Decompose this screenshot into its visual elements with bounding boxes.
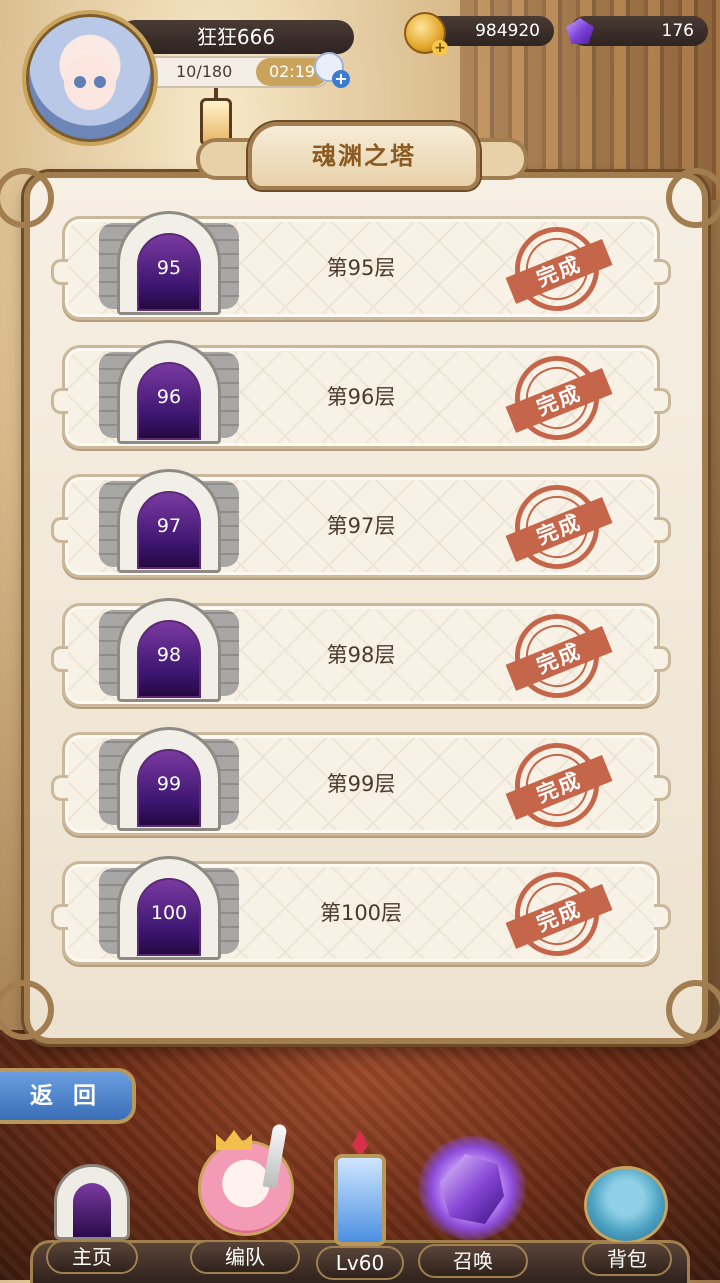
nav-team-label: 编队 (190, 1240, 300, 1274)
plus-icon: + (432, 40, 448, 56)
portal-gate-icon (54, 1164, 130, 1240)
nav-home-label: 主页 (46, 1240, 138, 1274)
panel-title: 魂渊之塔 (248, 122, 480, 190)
avatar-face (64, 54, 116, 110)
add-energy-button[interactable]: + (314, 52, 350, 88)
floor-row[interactable]: 97 第97层 完成 (51, 469, 671, 582)
floor-row[interactable]: 100 第100层 完成 (51, 856, 671, 969)
nav-level[interactable]: Lv60 (310, 1130, 410, 1280)
player-avatar[interactable] (22, 10, 158, 146)
corner-ornament-bottom-right (666, 980, 720, 1040)
floor-row[interactable]: 99 第99层 完成 (51, 727, 671, 840)
energy-count: 10/180 (176, 62, 233, 81)
nav-bag[interactable]: 背包 (572, 1150, 682, 1280)
floor-row[interactable]: 98 第98层 完成 (51, 598, 671, 711)
floor-list: 95 第95层 完成 96 第96层 完成 97 第97层 完成 98 第98层… (51, 211, 671, 990)
nav-summon[interactable]: 召唤 (410, 1124, 534, 1280)
bottom-nav: 主页 编队 Lv60 召唤 背包 (0, 1110, 720, 1283)
player-name: 狂狂666 (118, 20, 354, 54)
red-gem-icon (352, 1130, 368, 1156)
nav-home[interactable]: 主页 (40, 1150, 140, 1280)
nav-bag-label: 背包 (582, 1242, 672, 1276)
floor-row[interactable]: 96 第96层 完成 (51, 340, 671, 453)
avatar-eye-right (94, 76, 106, 88)
bag-chest-icon (584, 1166, 668, 1244)
energy-bar: 10/180 02:19 (140, 56, 330, 88)
plus-icon: + (332, 70, 350, 88)
nav-summon-label: 召唤 (418, 1244, 528, 1278)
corner-ornament-top-right (666, 168, 720, 228)
purple-gem-icon[interactable] (562, 12, 600, 50)
avatar-eye-left (74, 76, 86, 88)
crystal-pillar-icon (334, 1154, 386, 1246)
nav-team[interactable]: 编队 (186, 1120, 306, 1280)
crown-icon (216, 1130, 252, 1150)
player-level: Lv60 (316, 1246, 404, 1280)
gold-coin-icon[interactable]: + (404, 12, 448, 56)
floor-row[interactable]: 95 第95层 完成 (51, 211, 671, 324)
